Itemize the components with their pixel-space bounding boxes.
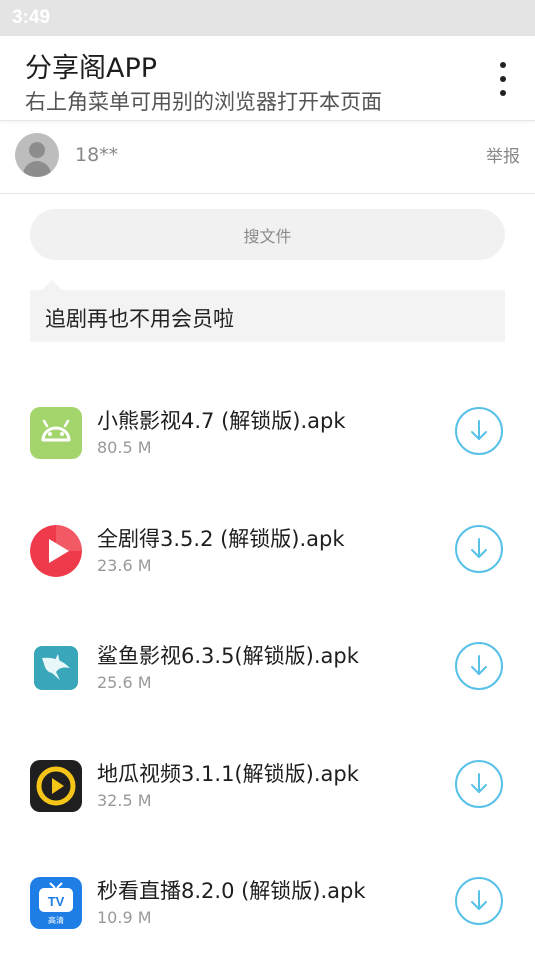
- shark-icon: [30, 642, 82, 694]
- search-label: 搜文件: [243, 226, 292, 246]
- user-row: 18** 举报: [0, 121, 535, 194]
- notice-text: 追剧再也不用会员啦: [45, 307, 234, 331]
- app-title: 分享阁APP: [25, 53, 158, 84]
- status-time: 3:49: [12, 7, 51, 28]
- file-list: 小熊影视4.7 (解锁版).apk 80.5 M 全剧得3.5.2 (解锁版).…: [0, 372, 535, 960]
- file-name[interactable]: 全剧得3.5.2 (解锁版).apk: [97, 523, 345, 553]
- play-icon: [30, 524, 82, 577]
- download-arrow-icon: [471, 655, 487, 675]
- file-size: 80.5 M: [97, 438, 152, 457]
- download-arrow-icon: [471, 537, 487, 558]
- android-icon: [30, 407, 82, 459]
- download-button[interactable]: [455, 759, 503, 808]
- status-bar: 3:49: [0, 0, 535, 36]
- notice-bubble: 追剧再也不用会员啦: [30, 280, 505, 342]
- download-button[interactable]: [455, 524, 503, 573]
- tv-icon: TV 高清: [30, 877, 82, 929]
- file-size: 32.5 M: [97, 790, 152, 810]
- user-name[interactable]: 18**: [75, 144, 118, 166]
- download-button[interactable]: [455, 642, 503, 690]
- download-button[interactable]: [455, 407, 503, 455]
- file-item[interactable]: 鲨鱼影视6.3.5(解锁版).apk 25.6 M: [0, 607, 535, 725]
- download-arrow-icon: [471, 890, 487, 910]
- avatar[interactable]: [15, 133, 59, 177]
- download-button[interactable]: [455, 877, 503, 925]
- app-subtitle: 右上角菜单可用别的浏览器打开本页面: [25, 90, 382, 114]
- file-name[interactable]: 小熊影视4.7 (解锁版).apk: [97, 405, 346, 435]
- file-name[interactable]: 鲨鱼影视6.3.5(解锁版).apk: [97, 640, 359, 670]
- app-bar: 分享阁APP 右上角菜单可用别的浏览器打开本页面: [0, 36, 535, 121]
- video-play-icon: [30, 759, 82, 812]
- svg-text:TV: TV: [48, 894, 65, 909]
- file-item[interactable]: TV 高清 秒看直播8.2.0 (解锁版).apk 10.9 M: [0, 842, 535, 960]
- more-menu-icon[interactable]: [493, 62, 513, 96]
- search-files-button[interactable]: 搜文件: [30, 209, 505, 260]
- svg-text:高清: 高清: [48, 915, 64, 925]
- file-item[interactable]: 小熊影视4.7 (解锁版).apk 80.5 M: [0, 372, 535, 490]
- file-size: 25.6 M: [97, 673, 152, 692]
- file-item[interactable]: 地瓜视频3.1.1(解锁版).apk 32.5 M: [0, 725, 535, 843]
- file-size: 23.6 M: [97, 555, 152, 575]
- file-name[interactable]: 地瓜视频3.1.1(解锁版).apk: [97, 758, 359, 788]
- report-link[interactable]: 举报: [486, 142, 520, 167]
- file-name[interactable]: 秒看直播8.2.0 (解锁版).apk: [97, 875, 366, 905]
- file-item[interactable]: 全剧得3.5.2 (解锁版).apk 23.6 M: [0, 490, 535, 608]
- file-size: 10.9 M: [97, 908, 152, 927]
- download-arrow-icon: [471, 420, 487, 440]
- download-arrow-icon: [471, 772, 487, 793]
